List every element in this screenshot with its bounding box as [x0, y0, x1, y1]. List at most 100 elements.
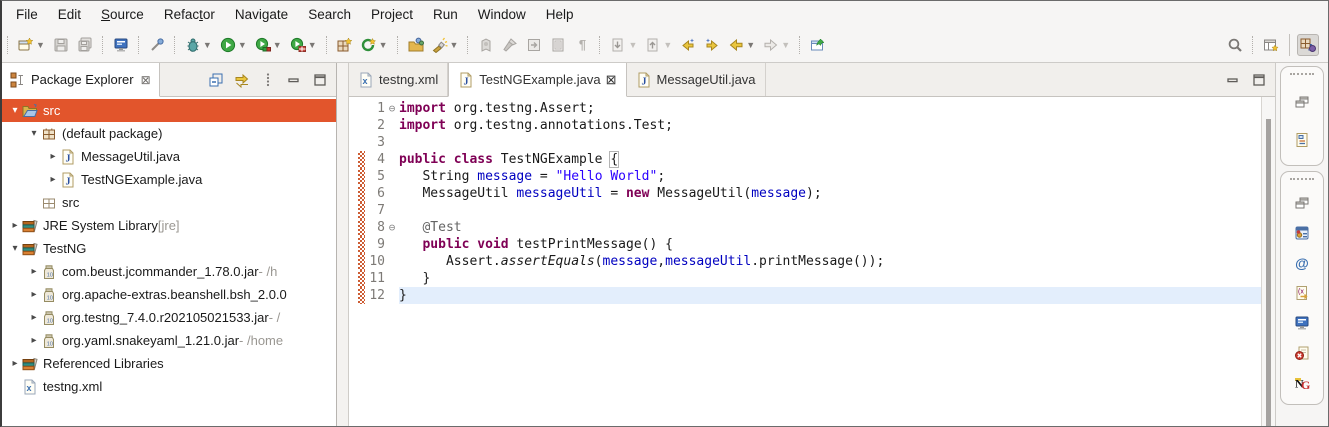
java-perspective-button[interactable]: J	[1297, 34, 1319, 56]
menu-file[interactable]: File	[6, 2, 48, 27]
code-line-7[interactable]: 7	[349, 202, 1261, 219]
panel-sash[interactable]	[336, 63, 349, 426]
expander-icon[interactable]: ▸	[27, 335, 41, 346]
close-tab-icon[interactable]: ⊠	[606, 72, 617, 88]
coverage-button[interactable]: ▼	[252, 34, 285, 56]
menu-refactor[interactable]: Refactor	[154, 2, 225, 27]
code-text[interactable]	[399, 134, 1261, 151]
drag-handle[interactable]	[1290, 178, 1314, 180]
show-whitespace-button[interactable]: ¶	[571, 34, 593, 56]
expander-icon[interactable]: ▸	[27, 312, 41, 323]
menu-window[interactable]: Window	[468, 2, 536, 27]
code-line-9[interactable]: 9 public void testPrintMessage() {	[349, 236, 1261, 253]
tree-item-messageutil-java[interactable]: ▸JMessageUtil.java	[2, 145, 336, 168]
error-log-icon[interactable]	[1294, 345, 1310, 361]
save-button[interactable]	[50, 34, 72, 56]
last-edit-location-button[interactable]	[677, 34, 699, 56]
dropdown-arrow-icon[interactable]: ▼	[36, 40, 45, 50]
editor-tab-testng-xml[interactable]: xtestng.xml	[349, 63, 448, 96]
code-editor[interactable]: 1⊖import org.testng.Assert;2import org.t…	[349, 97, 1261, 426]
previous-annotation-button[interactable]: ▼	[642, 34, 675, 56]
tree-item-src[interactable]: src	[2, 191, 336, 214]
outline-icon[interactable]	[1294, 132, 1310, 148]
menu-navigate[interactable]: Navigate	[225, 2, 298, 27]
dropdown-arrow-icon[interactable]: ▼	[781, 40, 790, 50]
restore-view-icon[interactable]	[1294, 195, 1310, 211]
expander-icon[interactable]: ▸	[8, 220, 22, 231]
expander-icon[interactable]: ▾	[27, 128, 41, 139]
mark-occurrences-button[interactable]	[475, 34, 497, 56]
dropdown-arrow-icon[interactable]: ▼	[450, 40, 459, 50]
code-line-5[interactable]: 5 String message = "Hello World";	[349, 168, 1261, 185]
collapse-all-button[interactable]	[208, 72, 224, 88]
pin-console-button[interactable]	[146, 34, 168, 56]
expander-icon[interactable]: ▸	[8, 358, 22, 369]
overview-ruler[interactable]	[1261, 97, 1275, 426]
tree-item-org-testng-7-4-0-r202105021533-jar[interactable]: ▸10org.testng_7.4.0.r202105021533.jar - …	[2, 306, 336, 329]
synchronize-button[interactable]	[523, 34, 545, 56]
menu-project[interactable]: Project	[361, 2, 423, 27]
maximize-view-button[interactable]	[312, 72, 328, 88]
new-class-button[interactable]: ▼	[358, 34, 391, 56]
dropdown-arrow-icon[interactable]: ▼	[628, 40, 637, 50]
expander-icon[interactable]: ▾	[8, 105, 22, 116]
code-line-2[interactable]: 2import org.testng.annotations.Test;	[349, 117, 1261, 134]
menu-search[interactable]: Search	[298, 2, 361, 27]
dropdown-arrow-icon[interactable]: ▼	[746, 40, 755, 50]
drag-handle[interactable]	[1290, 73, 1314, 75]
code-text[interactable]: MessageUtil messageUtil = new MessageUti…	[399, 185, 1261, 202]
tree-item-referenced-libraries[interactable]: ▸Referenced Libraries	[2, 352, 336, 375]
minimize-view-button[interactable]	[286, 72, 302, 88]
profile-button[interactable]: ▼	[287, 34, 320, 56]
menu-edit[interactable]: Edit	[48, 2, 91, 27]
show-selected-element-button[interactable]	[547, 34, 569, 56]
code-line-4[interactable]: 4public class TestNGExample {	[349, 151, 1261, 168]
menu-help[interactable]: Help	[536, 2, 584, 27]
close-view-icon[interactable]: ⊠	[141, 73, 151, 87]
code-text[interactable]: }	[399, 270, 1261, 287]
code-text[interactable]: @Test	[399, 219, 1261, 236]
javadoc-icon[interactable]: @	[1294, 255, 1310, 271]
editor-scrollbar[interactable]	[1266, 119, 1271, 426]
tree-item-testng-xml[interactable]: xtestng.xml	[2, 375, 336, 398]
expander-icon[interactable]: ▸	[27, 266, 41, 277]
code-line-12[interactable]: 12}	[349, 287, 1261, 304]
tree-item-org-yaml-snakeyaml-1-21-0-jar[interactable]: ▸10org.yaml.snakeyaml_1.21.0.jar - /home	[2, 329, 336, 352]
tree-item-testngexample-java[interactable]: ▸JTestNGExample.java	[2, 168, 336, 191]
editor-tab-testngexample-java[interactable]: JTestNGExample.java⊠	[448, 63, 626, 97]
tree-item-org-apache-extras-beanshell-bsh-2-0-0[interactable]: ▸10org.apache-extras.beanshell.bsh_2.0.0	[2, 283, 336, 306]
dropdown-arrow-icon[interactable]: ▼	[379, 40, 388, 50]
run-button[interactable]: ▼	[217, 34, 250, 56]
expander-icon[interactable]: ▾	[8, 243, 22, 254]
maximize-editor-button[interactable]	[1251, 72, 1267, 88]
forward-button[interactable]: ▼	[760, 34, 793, 56]
open-type-button[interactable]	[405, 34, 427, 56]
pin-editor-button[interactable]	[807, 34, 829, 56]
search-menu-button[interactable]: ▼	[429, 34, 462, 56]
format-button[interactable]	[499, 34, 521, 56]
expander-icon[interactable]: ▸	[27, 289, 41, 300]
tree-item-default-package[interactable]: ▾(default package)	[2, 122, 336, 145]
code-text[interactable]: import org.testng.annotations.Test;	[399, 117, 1261, 134]
save-all-button[interactable]	[74, 34, 96, 56]
next-annotation-button[interactable]: ▼	[607, 34, 640, 56]
new-wizard-button[interactable]: ▼	[15, 34, 48, 56]
tree-item-com-beust-jcommander-1-78-0-jar[interactable]: ▸10com.beust.jcommander_1.78.0.jar - /h	[2, 260, 336, 283]
tree-item-testng[interactable]: ▾TestNG	[2, 237, 336, 260]
tree-item-src[interactable]: ▾src	[2, 99, 336, 122]
package-explorer-tab[interactable]: Package Explorer ⊠	[2, 63, 160, 97]
declaration-icon[interactable]: (x	[1294, 285, 1310, 301]
code-text[interactable]: public class TestNGExample {	[399, 151, 1261, 168]
console-icon[interactable]	[1294, 315, 1310, 331]
search-button[interactable]	[1224, 34, 1246, 56]
expander-icon[interactable]: ▸	[46, 151, 60, 162]
restore-view-icon[interactable]	[1294, 94, 1310, 110]
next-edit-location-button[interactable]	[701, 34, 723, 56]
editor-tab-messageutil-java[interactable]: JMessageUtil.java	[627, 63, 766, 96]
expander-icon[interactable]: ▸	[46, 174, 60, 185]
minimize-editor-button[interactable]	[1225, 72, 1241, 88]
code-text[interactable]: }	[399, 287, 1261, 304]
dropdown-arrow-icon[interactable]: ▼	[273, 40, 282, 50]
new-java-project-button[interactable]	[334, 34, 356, 56]
dropdown-arrow-icon[interactable]: ▼	[238, 40, 247, 50]
